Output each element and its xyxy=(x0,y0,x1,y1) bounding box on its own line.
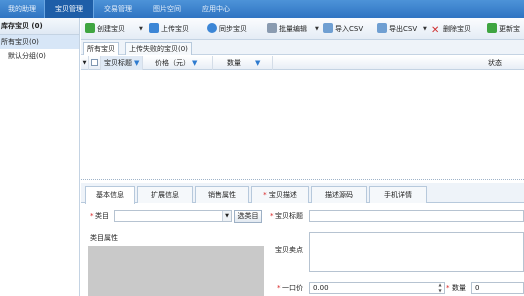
delete-x-icon: ✕ xyxy=(431,25,440,36)
required-mark: * xyxy=(446,284,450,292)
grid-header: ▼ 宝贝标题 ▼ 价格（元） ▼ 数量 ▼ 状态 xyxy=(81,56,524,70)
price-label: 一口价 xyxy=(282,284,303,292)
required-mark: * xyxy=(90,212,94,220)
group-default[interactable]: 默认分组(0) xyxy=(0,49,79,63)
basic-info-form: * 类目 ▼ 选类目 类目属性 * 宝贝标题 宝贝卖点 * 一口价 0.00 ▲… xyxy=(81,204,524,296)
select-all-checkbox[interactable] xyxy=(91,59,98,66)
nav-item-management[interactable]: 宝贝管理 xyxy=(44,0,94,18)
column-title[interactable]: 宝贝标题 ▼ xyxy=(101,56,143,70)
nav-trade-management[interactable]: 交易管理 xyxy=(94,0,142,18)
import-icon xyxy=(323,23,333,33)
tab-item-description[interactable]: * 宝贝描述 xyxy=(251,186,309,203)
export-icon xyxy=(377,23,387,33)
nav-image-space[interactable]: 图片空间 xyxy=(142,0,192,18)
upload-icon xyxy=(149,23,159,33)
quantity-input[interactable]: 0 xyxy=(471,282,524,294)
subtab-upload-failed[interactable]: 上传失败的宝贝(0) xyxy=(125,42,192,55)
category-select[interactable]: ▼ xyxy=(114,210,232,222)
column-status[interactable]: 状态 xyxy=(273,56,524,70)
import-csv-button[interactable]: 导入CSV xyxy=(323,22,363,36)
group-all-items[interactable]: 所有宝贝(0) xyxy=(0,35,79,49)
title-input[interactable] xyxy=(309,210,524,222)
create-item-button[interactable]: 创建宝贝 xyxy=(85,22,125,36)
expand-all-arrow[interactable]: ▼ xyxy=(81,56,89,70)
plus-icon xyxy=(85,23,95,33)
delete-item-button[interactable]: ✕ 删除宝贝 xyxy=(431,22,471,36)
selling-points-label: 宝贝卖点 xyxy=(275,246,303,254)
update-item-button[interactable]: 更新宝 xyxy=(487,22,520,36)
tab-description-source[interactable]: 描述源码 xyxy=(311,186,367,203)
nav-my-assistant[interactable]: 我的助理 xyxy=(0,0,44,18)
select-all-checkbox-cell[interactable] xyxy=(89,56,101,70)
select-category-button[interactable]: 选类目 xyxy=(234,210,262,223)
upload-item-button[interactable]: 上传宝贝 xyxy=(149,22,189,36)
column-price[interactable]: 价格（元） ▼ xyxy=(143,56,213,70)
category-label: 类目 xyxy=(95,212,109,220)
export-csv-button[interactable]: 导出CSV xyxy=(377,22,417,36)
price-stepper[interactable]: ▲ ▼ xyxy=(437,282,443,294)
left-panel: 库存宝贝 (0) 所有宝贝(0) 默认分组(0) xyxy=(0,18,80,296)
price-input[interactable]: 0.00 xyxy=(309,282,445,294)
panel-splitter[interactable] xyxy=(81,179,524,182)
title-label: 宝贝标题 xyxy=(275,212,303,220)
toolbar: 创建宝贝 ▼ 上传宝贝 同步宝贝 批量编辑 ▼ 导入CSV 导出CSV ▼ ✕ 删… xyxy=(81,18,524,40)
sync-icon xyxy=(207,23,217,33)
tab-mobile-details[interactable]: 手机详情 xyxy=(369,186,427,203)
filter-icon[interactable]: ▼ xyxy=(255,59,260,67)
selling-points-textarea[interactable] xyxy=(309,232,524,272)
required-mark: * xyxy=(277,284,281,292)
export-dropdown-arrow[interactable]: ▼ xyxy=(423,22,427,36)
batch-edit-button[interactable]: 批量编辑 xyxy=(267,22,307,36)
subtab-all-items[interactable]: 所有宝贝 xyxy=(83,42,119,55)
top-navigation: 我的助理 宝贝管理 交易管理 图片空间 应用中心 xyxy=(0,0,524,18)
edit-icon xyxy=(267,23,277,33)
tab-extended-info[interactable]: 扩展信息 xyxy=(137,186,193,203)
tab-sales-attributes[interactable]: 销售属性 xyxy=(195,186,249,203)
grid-body xyxy=(81,71,524,179)
inventory-header: 库存宝贝 (0) xyxy=(0,18,79,35)
tab-basic-info[interactable]: 基本信息 xyxy=(85,186,135,204)
filter-icon[interactable]: ▼ xyxy=(134,59,139,67)
category-attributes-label: 类目属性 xyxy=(90,234,118,242)
nav-app-center[interactable]: 应用中心 xyxy=(192,0,240,18)
create-dropdown-arrow[interactable]: ▼ xyxy=(139,22,143,36)
list-subtabs: 所有宝贝 上传失败的宝贝(0) xyxy=(81,40,524,55)
sync-item-button[interactable]: 同步宝贝 xyxy=(207,22,247,36)
column-quantity[interactable]: 数量 ▼ xyxy=(213,56,273,70)
quantity-label: 数量 xyxy=(452,284,466,292)
required-mark: * xyxy=(270,212,274,220)
chevron-down-icon: ▼ xyxy=(222,211,231,221)
detail-tabs: 基本信息 扩展信息 销售属性 * 宝贝描述 描述源码 手机详情 xyxy=(81,183,524,204)
batch-edit-dropdown-arrow[interactable]: ▼ xyxy=(315,22,319,36)
update-icon xyxy=(487,23,497,33)
category-attributes-panel xyxy=(88,246,264,296)
filter-icon[interactable]: ▼ xyxy=(192,59,197,67)
